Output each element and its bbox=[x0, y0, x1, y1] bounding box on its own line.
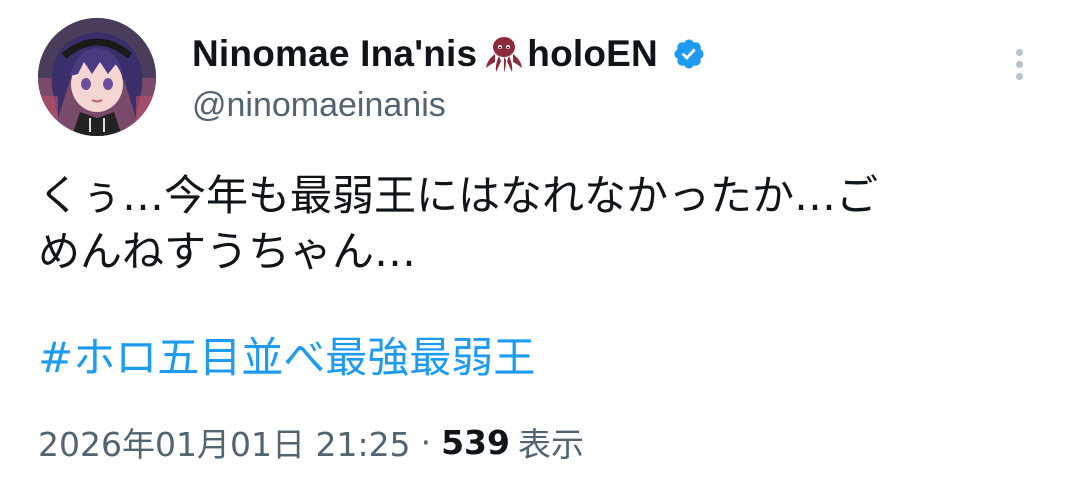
avatar-image bbox=[38, 18, 156, 136]
verified-badge-icon bbox=[672, 37, 706, 71]
tweet-meta: 2026年01月01日 21:25 · 539 表示 bbox=[38, 418, 584, 466]
tweet-text-line-1: くぅ…今年も最弱王にはなれなかったか…ご bbox=[38, 171, 879, 220]
affiliation-label[interactable]: holoEN bbox=[527, 33, 658, 75]
tweet-text-line-2: めんねすうちゃん… bbox=[38, 227, 417, 276]
hashtag-link[interactable]: #ホロ五目並べ最強最弱王 bbox=[38, 330, 535, 386]
octopus-icon bbox=[483, 34, 525, 74]
views-label: 表示 bbox=[517, 425, 584, 464]
tweet-card: Ninomae Ina'nis holoEN @ninomaeinanis くぅ… bbox=[0, 0, 1080, 491]
tweet-text: くぅ…今年も最弱王にはなれなかったか…ご めんねすうちゃん… bbox=[38, 168, 1048, 280]
timestamp[interactable]: 2026年01月01日 21:25 bbox=[38, 418, 411, 466]
meta-separator: · bbox=[420, 422, 432, 462]
views-count[interactable]: 539 bbox=[441, 423, 510, 462]
display-name-row[interactable]: Ninomae Ina'nis holoEN bbox=[192, 30, 706, 78]
user-handle[interactable]: @ninomaeinanis bbox=[192, 86, 446, 125]
avatar[interactable] bbox=[38, 18, 156, 136]
display-name[interactable]: Ninomae Ina'nis bbox=[192, 33, 477, 75]
more-options-button[interactable] bbox=[1004, 44, 1034, 88]
more-vertical-icon bbox=[1015, 49, 1023, 56]
